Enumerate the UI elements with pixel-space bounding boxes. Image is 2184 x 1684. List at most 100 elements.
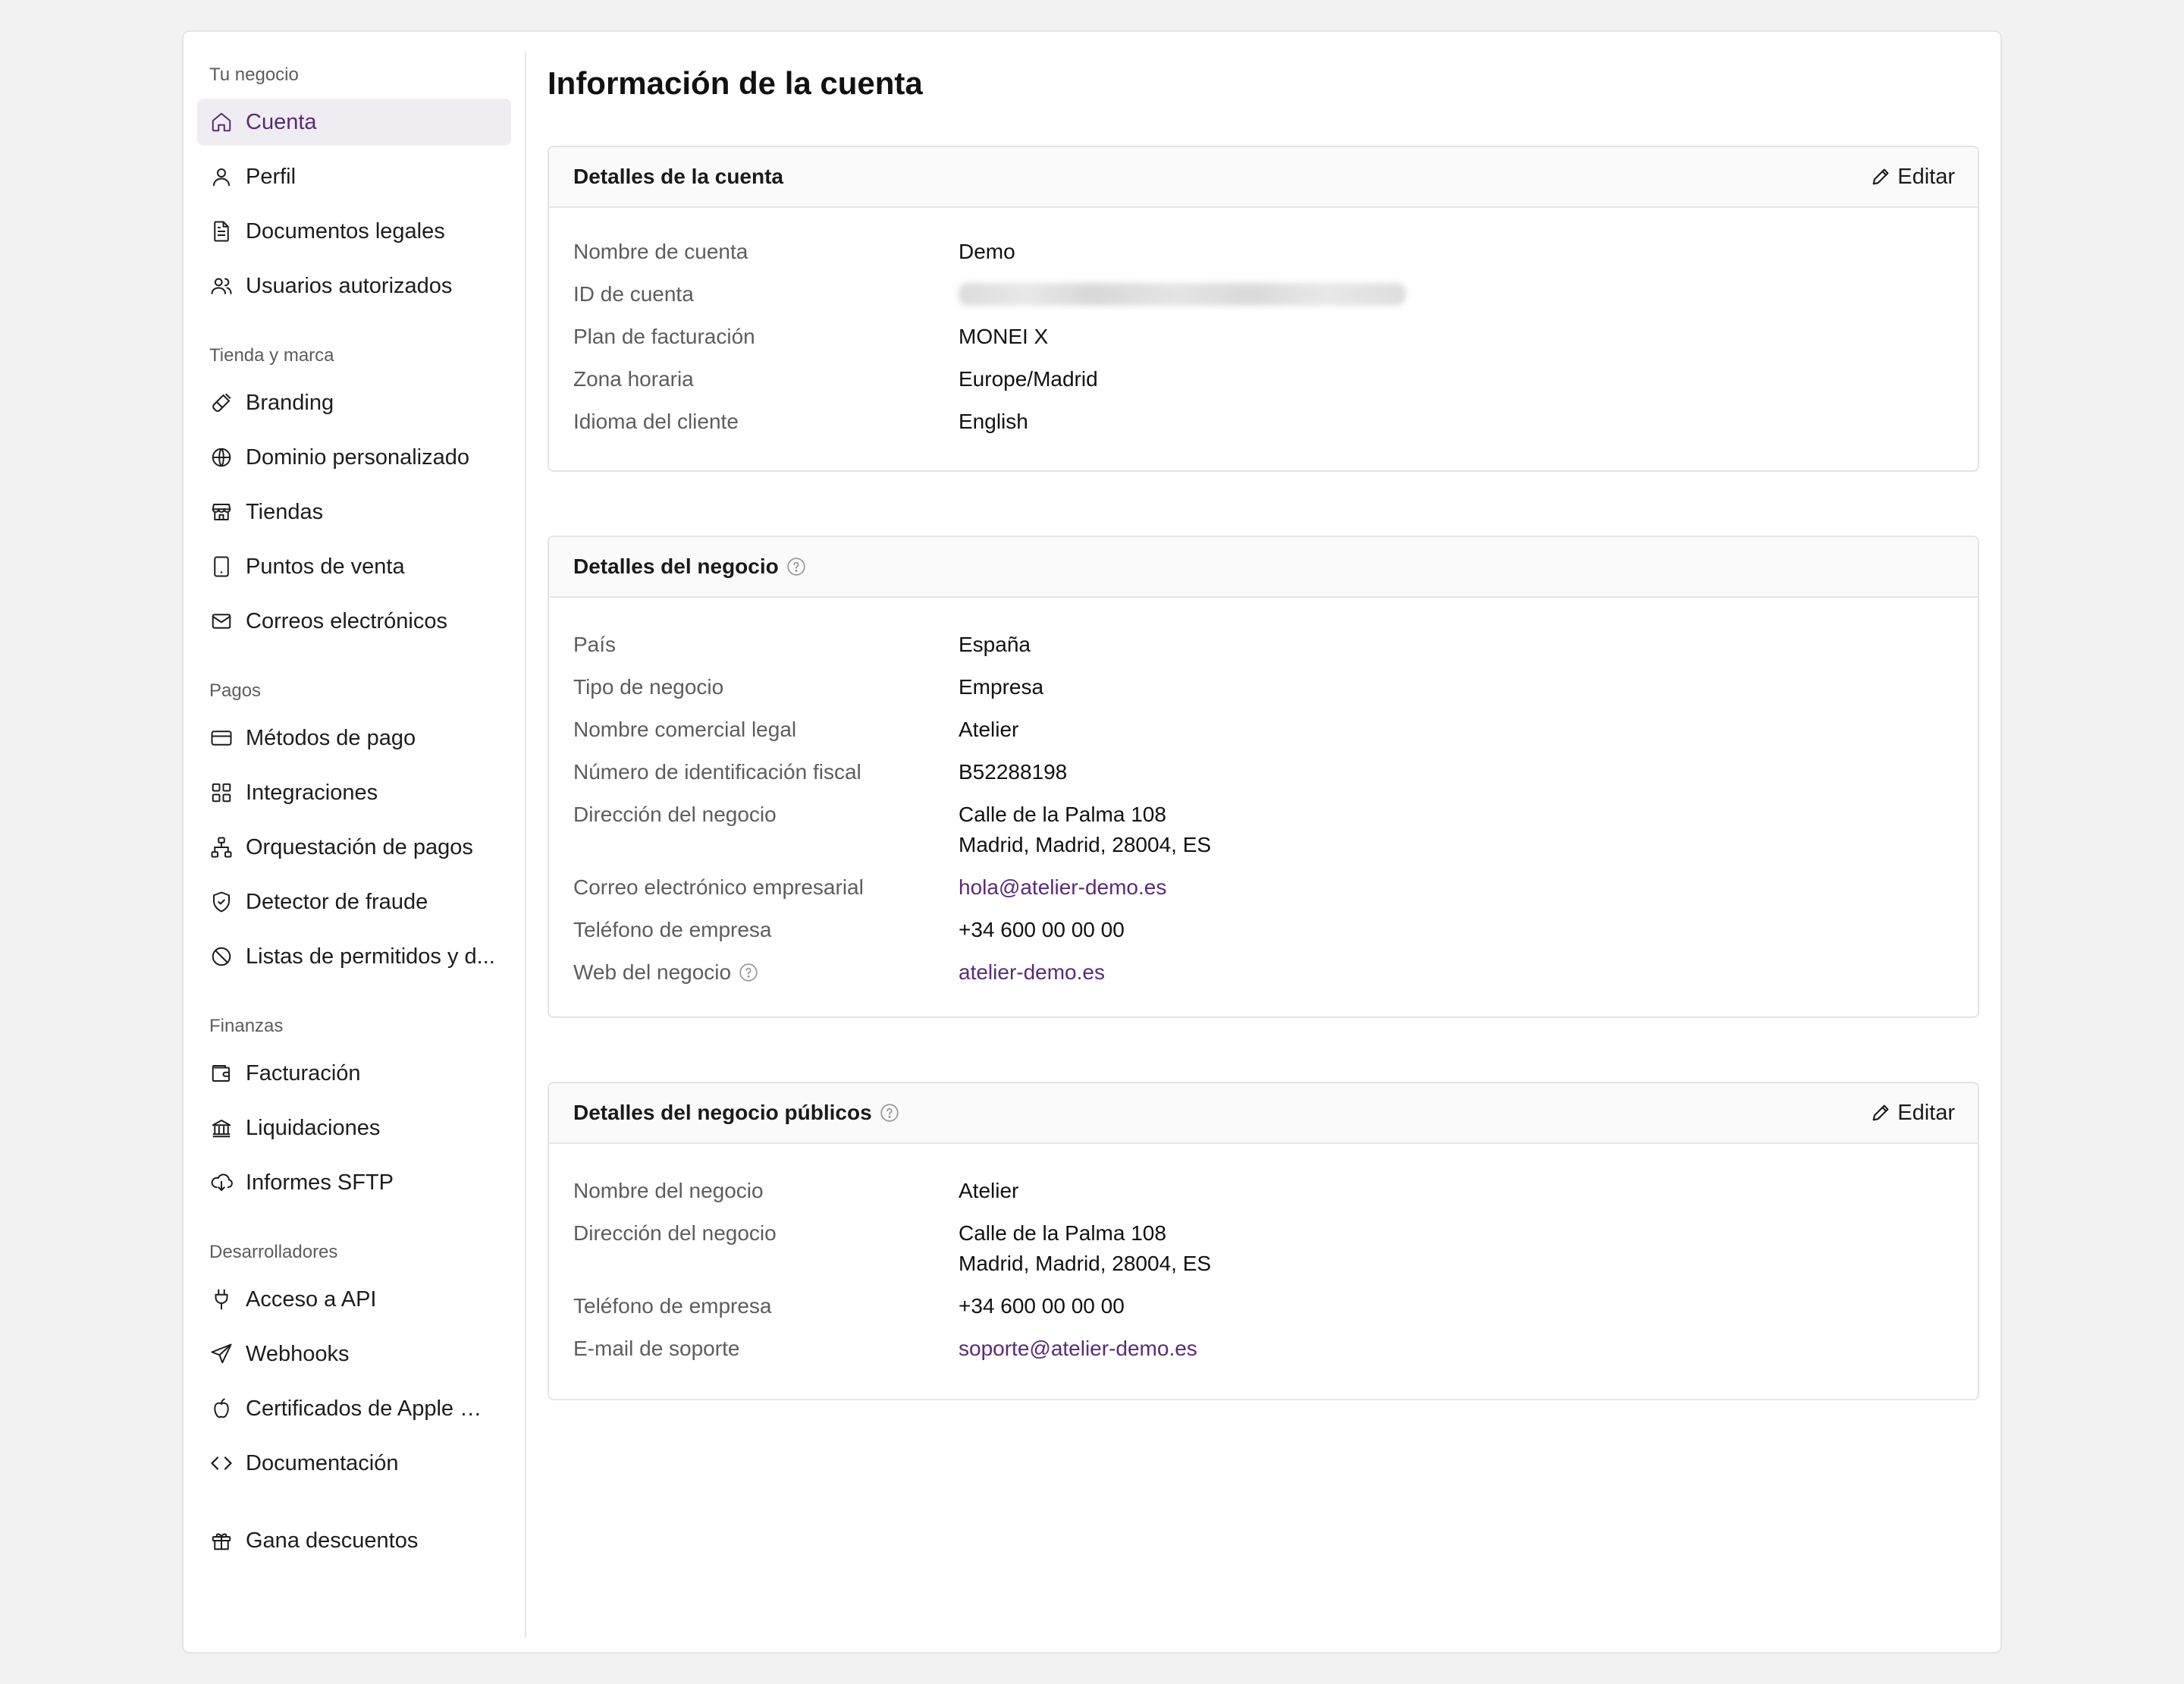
- store-icon: [209, 500, 234, 524]
- row-label: Dirección del negocio: [573, 1221, 777, 1245]
- row-value: +34 600 00 00 00: [959, 1294, 1125, 1318]
- public-business-details-card: Detalles del negocio públicos Editar Nom…: [548, 1082, 1979, 1400]
- nav-group-finanzas: Finanzas Facturación Liquidaciones Infor…: [197, 1013, 511, 1206]
- sidebar-item-webhooks[interactable]: Webhooks: [197, 1331, 511, 1378]
- row-value: Atelier: [959, 718, 1019, 741]
- sidebar-item-label: Listas de permitidos y d...: [246, 944, 495, 969]
- card-title-wrap: Detalles del negocio: [573, 555, 806, 579]
- sidebar-item-label: Certificados de Apple Pay: [246, 1396, 496, 1421]
- sidebar-item-branding[interactable]: Branding: [197, 379, 511, 426]
- document-icon: [209, 219, 234, 243]
- sidebar-item-facturacion[interactable]: Facturación: [197, 1050, 511, 1097]
- row-label: País: [573, 633, 617, 656]
- business-email-link[interactable]: hola@atelier-demo.es: [959, 872, 1166, 903]
- support-email-link[interactable]: soporte@atelier-demo.es: [959, 1334, 1197, 1364]
- home-icon: [209, 110, 234, 134]
- globe-icon: [209, 445, 234, 470]
- mail-icon: [209, 609, 234, 633]
- apple-icon: [209, 1397, 234, 1421]
- business-website-link[interactable]: atelier-demo.es: [959, 957, 1105, 988]
- detail-row: Correo electrónico empresarial hola@ateli…: [573, 872, 1953, 903]
- address-line-1: Calle de la Palma 108: [959, 1221, 1166, 1245]
- sidebar-item-label: Dominio personalizado: [246, 445, 469, 470]
- sidebar-item-label: Informes SFTP: [246, 1170, 394, 1195]
- sidebar-item-cuenta[interactable]: Cuenta: [197, 99, 511, 146]
- sidebar-item-perfil[interactable]: Perfil: [197, 153, 511, 200]
- sidebar-item-tiendas[interactable]: Tiendas: [197, 489, 511, 536]
- pencil-icon: [1872, 168, 1889, 185]
- row-label: Nombre de cuenta: [573, 240, 748, 263]
- sidebar-item-liquidaciones[interactable]: Liquidaciones: [197, 1104, 511, 1151]
- detail-row: País España: [573, 630, 1953, 660]
- sidebar-item-label: Gana descuentos: [246, 1528, 419, 1553]
- detail-row: Tipo de negocio Empresa: [573, 672, 1953, 702]
- sidebar-item-label: Detector de fraude: [246, 889, 428, 914]
- row-label-wrap: Web del negocio: [573, 957, 959, 988]
- detail-row: Nombre de cuenta Demo: [573, 237, 1953, 267]
- help-icon[interactable]: [739, 963, 758, 982]
- card-title-wrap: Detalles del negocio públicos: [573, 1101, 899, 1125]
- edit-button[interactable]: Editar: [1870, 1101, 1955, 1126]
- credit-card-icon: [209, 726, 234, 750]
- row-value: MONEI X: [959, 325, 1049, 348]
- sidebar-item-informes-sftp[interactable]: Informes SFTP: [197, 1159, 511, 1206]
- sidebar-item-documentos-legales[interactable]: Documentos legales: [197, 208, 511, 255]
- sidebar-item-dominio-personalizado[interactable]: Dominio personalizado: [197, 434, 511, 481]
- row-label: E-mail de soporte: [573, 1337, 740, 1360]
- bank-icon: [209, 1116, 234, 1140]
- nav-group-extra: Gana descuentos: [197, 1517, 511, 1564]
- address-line-1: Calle de la Palma 108: [959, 803, 1166, 826]
- row-value: Empresa: [959, 675, 1044, 699]
- row-label: Zona horaria: [573, 367, 694, 391]
- sidebar-item-metodos-de-pago[interactable]: Métodos de pago: [197, 715, 511, 762]
- card-title: Detalles del negocio públicos: [573, 1101, 872, 1124]
- sidebar-item-usuarios-autorizados[interactable]: Usuarios autorizados: [197, 262, 511, 309]
- business-details-card: Detalles del negocio País España Tipo de …: [548, 536, 1979, 1018]
- section-title: Tienda y marca: [209, 345, 334, 366]
- row-value: B52288198: [959, 760, 1068, 784]
- detail-row: Número de identificación fiscal B52288198: [573, 757, 1953, 787]
- row-value: España: [959, 633, 1031, 656]
- card-body: País España Tipo de negocio Empresa Nombre…: [549, 598, 1978, 1016]
- network-icon: [209, 835, 234, 859]
- edit-label: Editar: [1897, 1100, 1955, 1125]
- address-line-2: Madrid, Madrid, 28004, ES: [959, 1252, 1212, 1275]
- detail-row: Teléfono de empresa +34 600 00 00 00: [573, 1291, 1953, 1321]
- sidebar-item-correos-electronicos[interactable]: Correos electrónicos: [197, 598, 511, 645]
- sidebar-item-gana-descuentos[interactable]: Gana descuentos: [197, 1517, 511, 1564]
- row-label: Idioma del cliente: [573, 410, 739, 433]
- cloud-download-icon: [209, 1170, 234, 1195]
- nav-group-desarrolladores: Desarrolladores Acceso a API Webhooks Ce…: [197, 1239, 511, 1487]
- detail-row: Plan de facturación MONEI X: [573, 322, 1953, 352]
- sidebar-item-label: Acceso a API: [246, 1287, 377, 1312]
- sidebar-item-label: Orquestación de pagos: [246, 834, 473, 859]
- sidebar-item-listas-de-permitidos[interactable]: Listas de permitidos y d...: [197, 933, 511, 980]
- sidebar-item-label: Branding: [246, 390, 334, 415]
- sidebar-item-certificados-apple-pay[interactable]: Certificados de Apple Pay: [197, 1385, 511, 1432]
- nav-group-tienda-y-marca: Tienda y marca Branding Dominio personal…: [197, 343, 511, 645]
- sidebar-item-puntos-de-venta[interactable]: Puntos de venta: [197, 543, 511, 590]
- sidebar-item-documentacion[interactable]: Documentación: [197, 1440, 511, 1487]
- card-title: Detalles del negocio: [573, 555, 779, 578]
- address-value: Calle de la Palma 108 Madrid, Madrid, 280…: [959, 1218, 1211, 1279]
- section-title: Tu negocio: [209, 64, 299, 85]
- gift-icon: [209, 1528, 234, 1553]
- sidebar-item-orquestacion-de-pagos[interactable]: Orquestación de pagos: [197, 824, 511, 871]
- row-label: Dirección del negocio: [573, 803, 777, 826]
- send-icon: [209, 1342, 234, 1366]
- row-label: Plan de facturación: [573, 325, 755, 348]
- sidebar-item-acceso-a-api[interactable]: Acceso a API: [197, 1276, 511, 1323]
- sidebar-item-label: Webhooks: [246, 1341, 350, 1366]
- detail-row: Nombre comercial legal Atelier: [573, 715, 1953, 745]
- row-value: Demo: [959, 240, 1015, 263]
- help-icon[interactable]: [786, 557, 806, 577]
- edit-button[interactable]: Editar: [1870, 165, 1955, 190]
- redacted-account-id: [959, 283, 1406, 306]
- row-label: ID de cuenta: [573, 282, 694, 306]
- help-icon[interactable]: [880, 1103, 899, 1123]
- sidebar-item-integraciones[interactable]: Integraciones: [197, 769, 511, 816]
- detail-row: Nombre del negocio Atelier: [573, 1176, 1953, 1206]
- sidebar-item-detector-de-fraude[interactable]: Detector de fraude: [197, 878, 511, 925]
- card-body: Nombre del negocio Atelier Dirección del …: [549, 1144, 1978, 1399]
- sidebar-divider: [525, 52, 526, 1637]
